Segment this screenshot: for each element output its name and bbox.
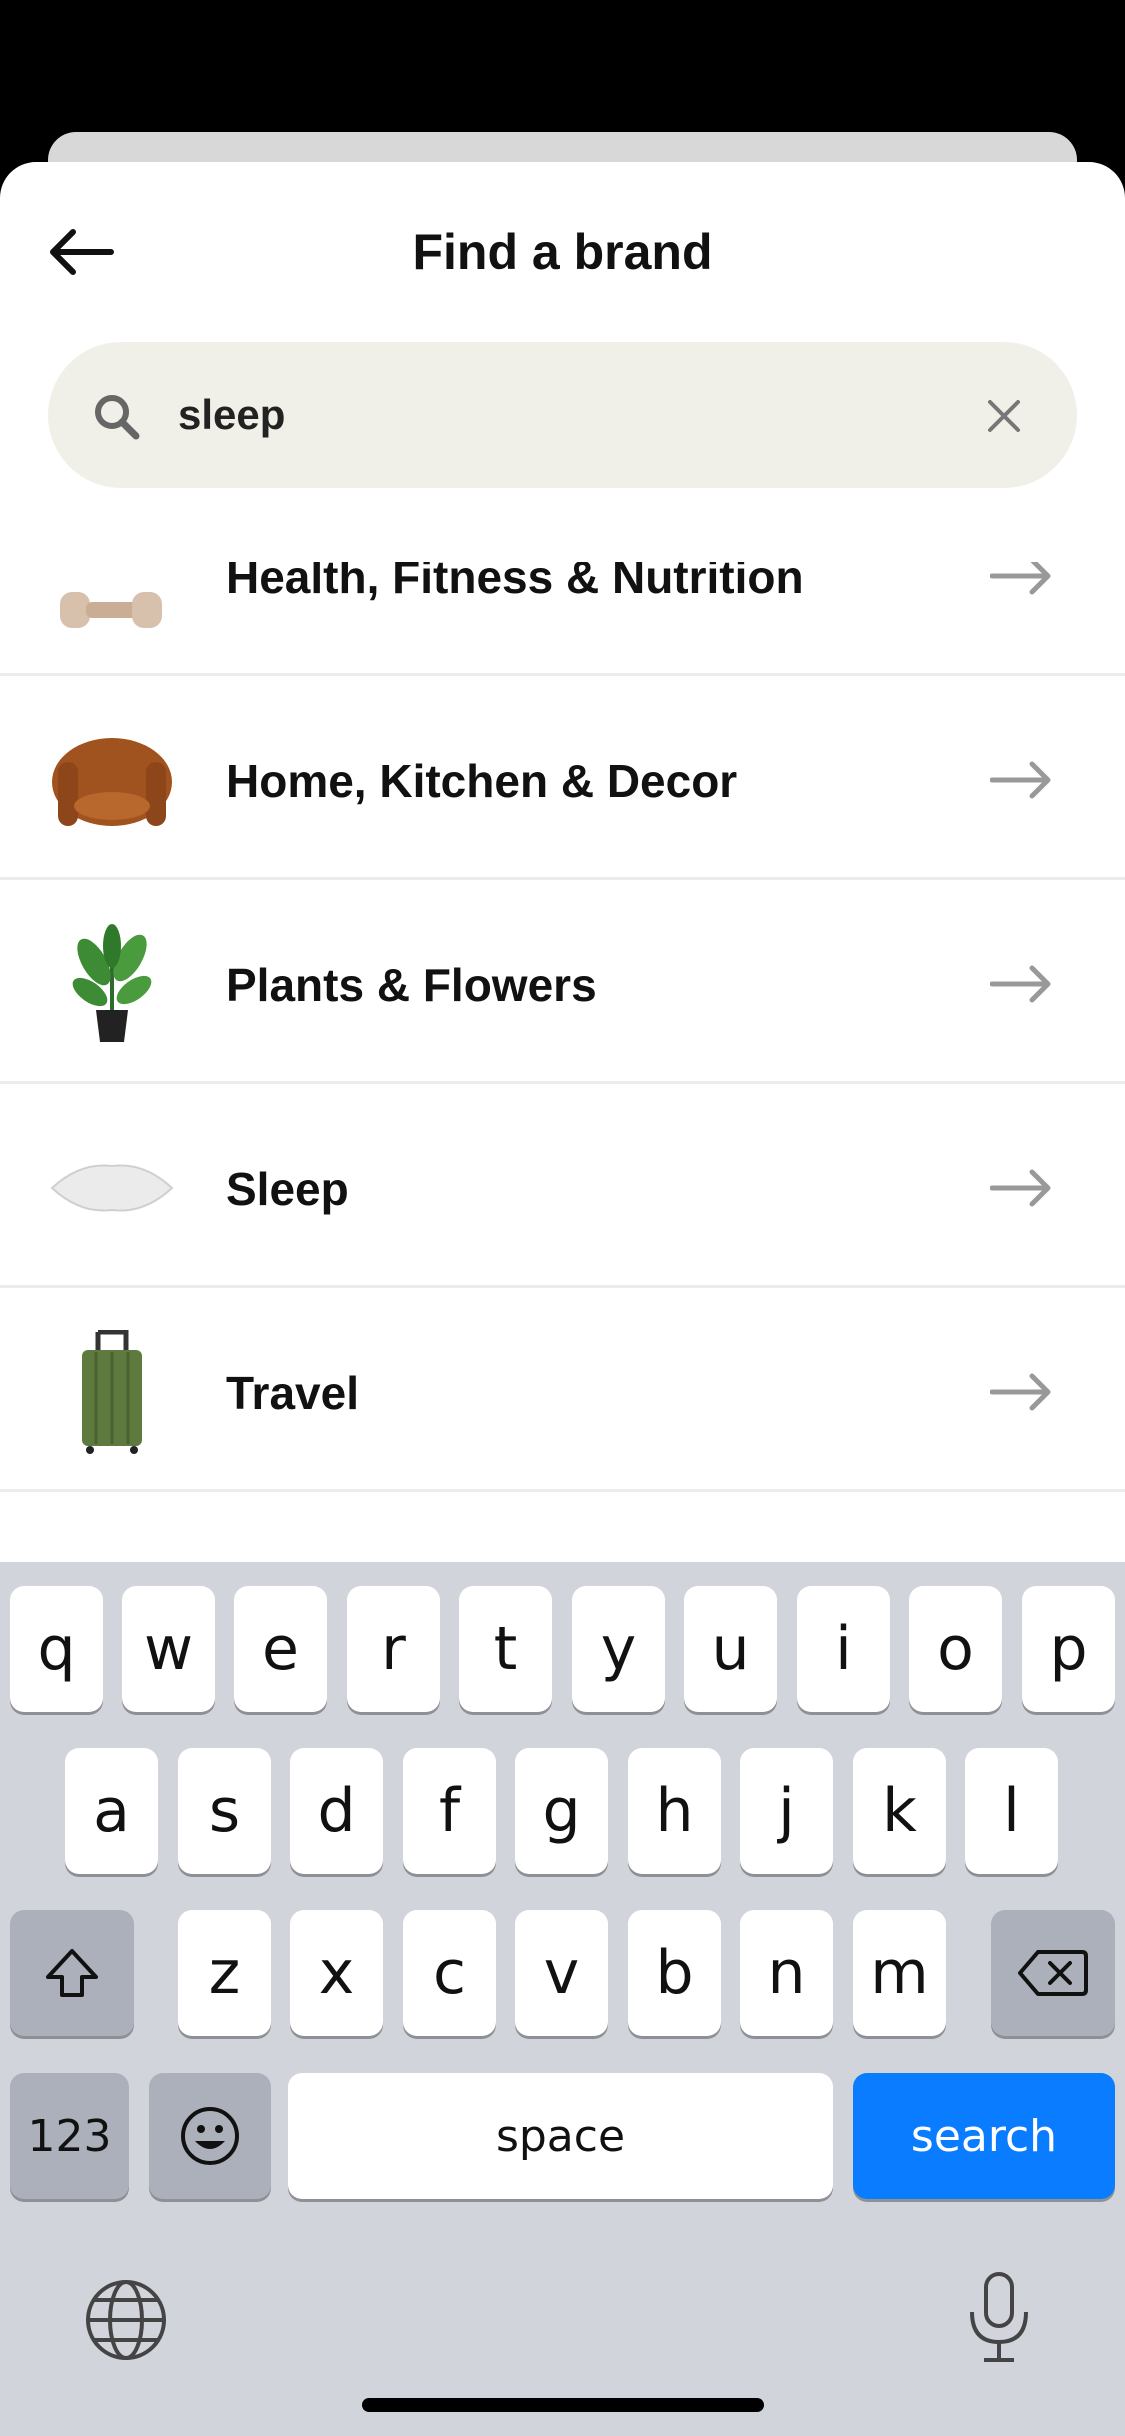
numbers-key-label: 123 (27, 2110, 112, 2162)
key-f[interactable]: f (403, 1748, 496, 1874)
category-row-health[interactable]: Health, Fitness & Nutrition (0, 562, 1125, 676)
emoji-icon (181, 2107, 239, 2165)
clear-search-icon[interactable] (980, 392, 1028, 440)
numbers-key[interactable]: 123 (10, 2073, 129, 2199)
key-t[interactable]: t (459, 1586, 552, 1712)
key-n[interactable]: n (740, 1910, 833, 2036)
category-label: Home, Kitchen & Decor (226, 755, 738, 807)
page-title: Find a brand (412, 224, 713, 280)
key-c[interactable]: c (403, 1910, 496, 2036)
key-x[interactable]: x (290, 1910, 383, 2036)
key-u[interactable]: u (684, 1586, 777, 1712)
key-r[interactable]: r (347, 1586, 440, 1712)
dumbbell-icon (60, 592, 162, 628)
category-label: Sleep (226, 1163, 349, 1215)
key-b[interactable]: b (628, 1910, 721, 2036)
key-w[interactable]: w (122, 1586, 215, 1712)
search-bar[interactable] (48, 342, 1077, 488)
on-screen-keyboard: q w e r t y u i o p a s d f g h j k l z … (0, 1562, 1125, 2436)
backspace-icon (1018, 1950, 1088, 1996)
suitcase-icon (82, 1330, 142, 1454)
category-row-travel[interactable]: Travel (0, 1288, 1125, 1492)
key-e[interactable]: e (234, 1586, 327, 1712)
key-i[interactable]: i (797, 1586, 890, 1712)
category-list: Health, Fitness & Nutrition Home, Kitche… (0, 562, 1125, 1722)
key-k[interactable]: k (853, 1748, 946, 1874)
pillow-icon (50, 1164, 174, 1212)
category-label: Plants & Flowers (226, 959, 597, 1011)
key-j[interactable]: j (740, 1748, 833, 1874)
key-l[interactable]: l (965, 1748, 1058, 1874)
plant-icon (72, 924, 152, 1042)
key-o[interactable]: o (909, 1586, 1002, 1712)
home-indicator (362, 2398, 764, 2412)
key-d[interactable]: d (290, 1748, 383, 1874)
key-a[interactable]: a (65, 1748, 158, 1874)
search-key-label: search (910, 2110, 1058, 2162)
arrow-right-icon (990, 562, 1051, 595)
key-z[interactable]: z (178, 1910, 271, 2036)
key-y[interactable]: y (572, 1586, 665, 1712)
emoji-key[interactable] (149, 2073, 271, 2199)
key-q[interactable]: q (10, 1586, 103, 1712)
key-s[interactable]: s (178, 1748, 271, 1874)
category-row-plants[interactable]: Plants & Flowers (0, 880, 1125, 1084)
space-key-label: space (495, 2110, 626, 2162)
arrow-right-icon (990, 1373, 1051, 1411)
globe-icon[interactable] (84, 2278, 168, 2362)
shift-key[interactable] (10, 1910, 134, 2036)
search-input[interactable] (178, 372, 978, 458)
category-label: Travel (226, 1367, 359, 1419)
category-row-home[interactable]: Home, Kitchen & Decor (0, 676, 1125, 880)
key-g[interactable]: g (515, 1748, 608, 1874)
space-key[interactable]: space (288, 2073, 833, 2199)
search-key[interactable]: search (853, 2073, 1115, 2199)
microphone-icon[interactable] (964, 2270, 1034, 2366)
arrow-right-icon (990, 1169, 1051, 1207)
armchair-icon (52, 738, 172, 826)
backspace-key[interactable] (991, 1910, 1115, 2036)
category-label: Health, Fitness & Nutrition (226, 562, 804, 603)
arrow-right-icon (990, 965, 1051, 1003)
key-v[interactable]: v (515, 1910, 608, 2036)
key-p[interactable]: p (1022, 1586, 1115, 1712)
shift-icon (46, 1949, 98, 1997)
key-h[interactable]: h (628, 1748, 721, 1874)
category-row-sleep[interactable]: Sleep (0, 1084, 1125, 1288)
arrow-right-icon (990, 761, 1051, 799)
key-m[interactable]: m (853, 1910, 946, 2036)
search-icon (95, 395, 140, 440)
